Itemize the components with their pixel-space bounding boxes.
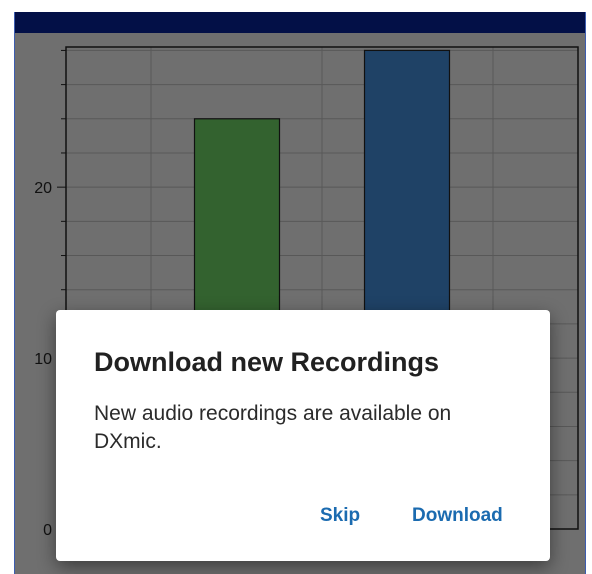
dialog-title: Download new Recordings [94,347,440,377]
skip-button[interactable]: Skip [320,505,360,527]
download-button[interactable]: Download [412,505,503,527]
download-dialog: Download new Recordings New audio record… [56,310,550,561]
dialog-message: New audio recordings are available on DX… [94,402,452,453]
